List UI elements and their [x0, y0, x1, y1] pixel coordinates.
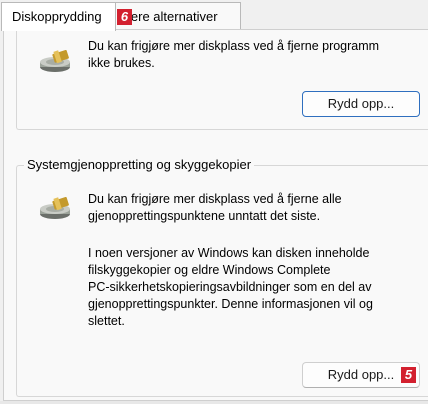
disk-cleanup-icon: [40, 50, 70, 72]
restore-description-line-2: gjenopprettingspunktene unntatt det sist…: [88, 209, 321, 223]
tab-diskopprydding[interactable]: Diskopprydding: [1, 2, 116, 31]
disk-cleanup-icon: [40, 197, 70, 219]
tab-flere-alternativer-label: lere alternativer: [128, 9, 218, 24]
restore-note-line-3: PC-sikkerhetskopieringsavbildninger som …: [88, 280, 372, 294]
restore-note-line-4: gjenopprettingspunkter. Denne informasjo…: [88, 297, 373, 311]
restore-note-line-2: filskyggekopier og eldre Windows Complet…: [88, 263, 331, 277]
tab-panel: Du kan frigjøre mer diskplass ved å fjer…: [3, 24, 428, 401]
restore-group-legend: Systemgjenoppretting og skyggekopier: [24, 157, 255, 172]
step-marker-6: 6: [117, 9, 132, 25]
step-marker-5: 5: [401, 367, 416, 383]
tab-diskopprydding-label: Diskopprydding: [12, 9, 102, 24]
programs-cleanup-button[interactable]: Rydd opp...: [302, 91, 420, 117]
restore-note-line-1: I noen versjoner av Windows kan disken i…: [88, 246, 370, 260]
programs-description-line-1: Du kan frigjøre mer diskplass ved å fjer…: [88, 39, 380, 53]
restore-description-line-1: Du kan frigjøre mer diskplass ved å fjer…: [88, 192, 342, 206]
programs-description-line-2: ikke brukes.: [88, 56, 155, 70]
restore-group: Systemgjenoppretting og skyggekopier Du …: [16, 157, 428, 397]
restore-note-line-5: slettet.: [88, 314, 125, 328]
programs-group: Du kan frigjøre mer diskplass ved å fjer…: [16, 24, 428, 130]
